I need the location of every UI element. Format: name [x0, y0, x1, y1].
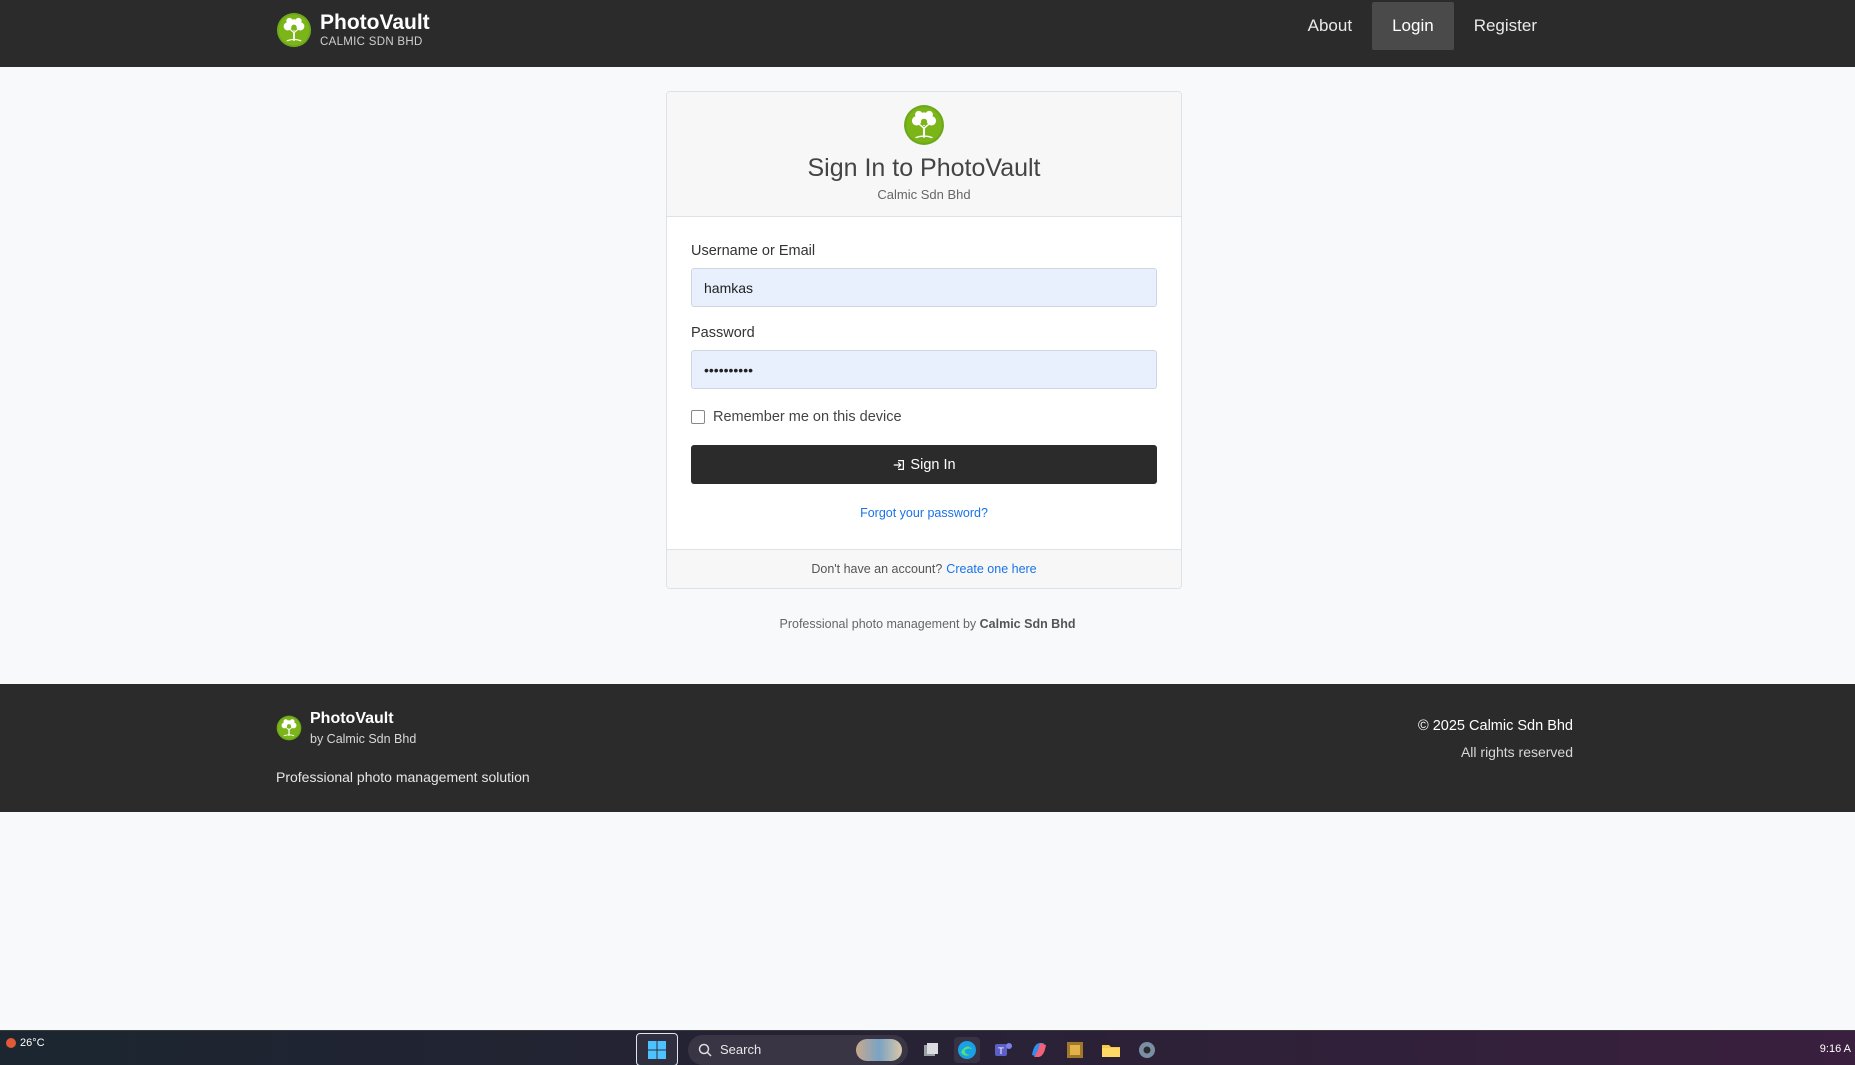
sign-in-label: Sign In [910, 456, 956, 473]
tree-logo-icon [276, 12, 312, 48]
weather-icon [6, 1038, 16, 1048]
footer-brand-title: PhotoVault [310, 710, 394, 727]
taskbar-clock[interactable]: 9:16 A [1820, 1043, 1851, 1055]
password-input[interactable]: •••••••••• [691, 350, 1157, 389]
brand-text: PhotoVault CALMIC SDN BHD [320, 10, 430, 48]
login-subtitle: Calmic Sdn Bhd [877, 187, 971, 202]
login-card-header: Sign In to PhotoVault Calmic Sdn Bhd [667, 92, 1181, 217]
tagline-text: Professional photo management by [779, 617, 977, 631]
weather-temperature: 26°C [20, 1037, 45, 1049]
footer-rights: All rights reserved [1460, 744, 1573, 760]
login-card: Sign In to PhotoVault Calmic Sdn Bhd Use… [666, 91, 1182, 589]
nav-login-link[interactable]: Login [1372, 2, 1454, 50]
taskbar-center: Search T [636, 1033, 1160, 1065]
brand-title: PhotoVault [320, 10, 430, 34]
edge-icon[interactable] [954, 1036, 980, 1063]
footer-description: Professional photo management solution [276, 769, 530, 785]
nav-about-link[interactable]: About [1288, 2, 1372, 50]
nav-register-link[interactable]: Register [1454, 2, 1557, 50]
sign-in-icon [894, 459, 905, 470]
create-account-link[interactable]: Create one here [946, 562, 1036, 576]
tree-logo-icon [903, 104, 945, 146]
windows-taskbar: 26°C Search T 9:16 A [0, 1030, 1855, 1065]
search-label: Search [720, 1042, 762, 1057]
game-icon[interactable] [1062, 1037, 1088, 1063]
footer-brand-text: PhotoVault by Calmic Sdn Bhd [310, 710, 416, 746]
weather-widget[interactable]: 26°C [6, 1037, 45, 1049]
sign-in-button[interactable]: Sign In [691, 445, 1157, 484]
forgot-password-link[interactable]: Forgot your password? [691, 506, 1157, 520]
copilot-icon[interactable] [1026, 1037, 1052, 1063]
login-card-footer: Don't have an account? Create one here [667, 549, 1181, 588]
task-view-icon[interactable] [918, 1037, 944, 1063]
username-input[interactable] [691, 268, 1157, 307]
login-form: Username or Email Password •••••••••• Re… [667, 217, 1181, 551]
search-highlight-image [856, 1038, 902, 1061]
taskbar-search[interactable]: Search [688, 1034, 908, 1065]
brand-subtitle: CALMIC SDN BHD [320, 35, 423, 48]
svg-text:T: T [997, 1047, 1004, 1057]
remember-checkbox[interactable] [691, 410, 705, 424]
search-icon [698, 1043, 712, 1057]
login-title: Sign In to PhotoVault [807, 154, 1041, 182]
remember-label[interactable]: Remember me on this device [713, 409, 902, 425]
site-footer: PhotoVault by Calmic Sdn Bhd Professiona… [0, 684, 1855, 812]
tagline-company: Calmic Sdn Bhd [979, 617, 1076, 631]
username-label: Username or Email [691, 243, 816, 259]
page-tagline: Professional photo management by Calmic … [0, 617, 1855, 631]
windows-logo-icon [648, 1040, 666, 1059]
file-explorer-icon[interactable] [1098, 1037, 1124, 1063]
teams-icon[interactable]: T [990, 1037, 1016, 1063]
start-button[interactable] [636, 1033, 678, 1065]
password-label: Password [691, 325, 755, 341]
tree-logo-icon [276, 715, 302, 741]
footer-copyright: © 2025 Calmic Sdn Bhd [1418, 718, 1573, 734]
footer-legal: © 2025 Calmic Sdn Bhd All rights reserve… [1418, 718, 1573, 760]
footer-brand: PhotoVault by Calmic Sdn Bhd [276, 710, 416, 746]
brand-home-link[interactable]: PhotoVault CALMIC SDN BHD [276, 8, 430, 52]
no-account-text: Don't have an account? [811, 562, 943, 576]
settings-icon[interactable] [1134, 1037, 1160, 1063]
remember-row: Remember me on this device [691, 409, 1157, 425]
top-navbar: PhotoVault CALMIC SDN BHD About Login Re… [0, 0, 1855, 67]
nav-links: About Login Register [1288, 2, 1557, 50]
footer-brand-sub: by Calmic Sdn Bhd [310, 732, 417, 746]
